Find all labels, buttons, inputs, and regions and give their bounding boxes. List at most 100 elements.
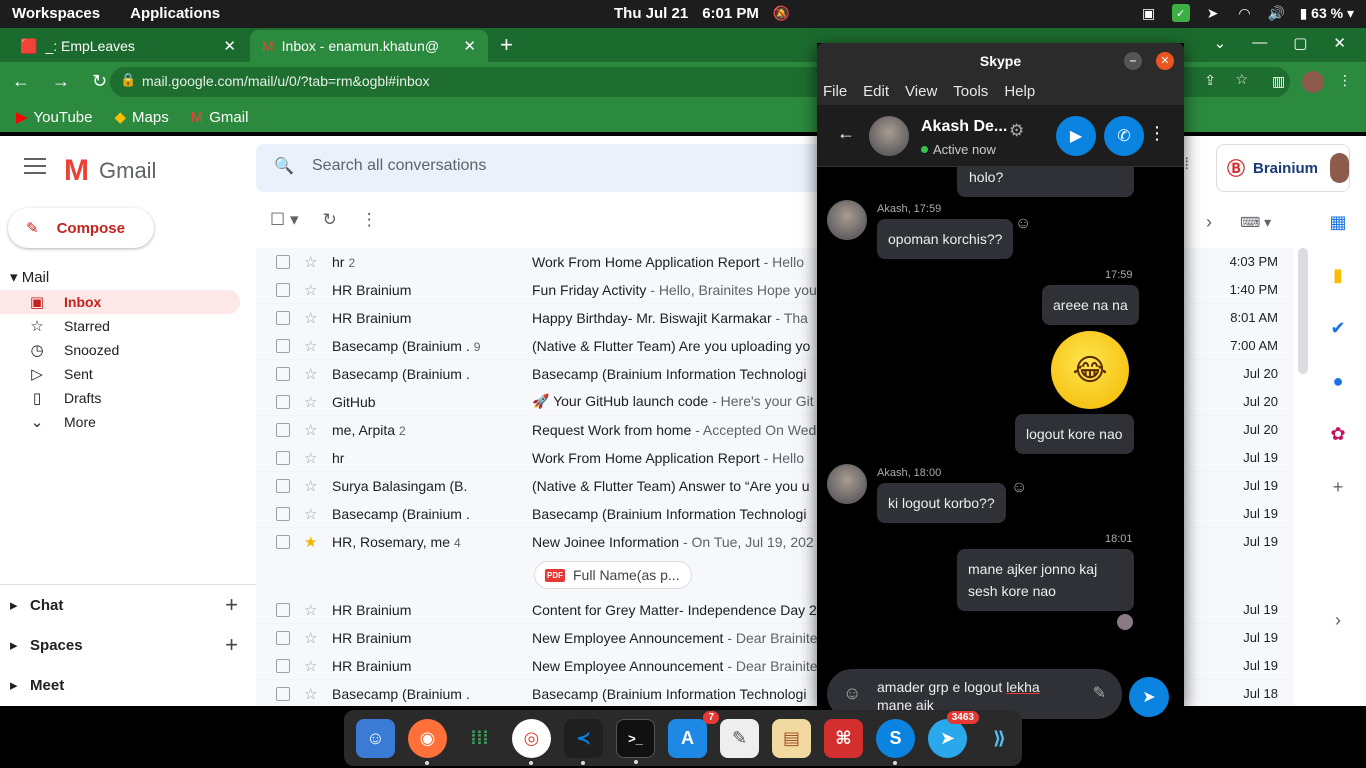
- sidebar-item-inbox[interactable]: ▣ Inbox: [0, 290, 240, 314]
- minimize-icon[interactable]: —: [1252, 34, 1267, 52]
- search-icon[interactable]: 🔍: [274, 156, 294, 176]
- refresh-icon[interactable]: ↻: [323, 210, 337, 230]
- select-all-checkbox[interactable]: ☐ ▾: [270, 210, 299, 230]
- forward-icon[interactable]: →: [52, 71, 70, 92]
- sidebar-item-meet[interactable]: ▸ Meet: [0, 665, 256, 705]
- add-reaction-icon[interactable]: ☺: [1011, 479, 1027, 497]
- star-icon[interactable]: ☆: [304, 601, 317, 619]
- profile-avatar[interactable]: [1302, 71, 1324, 93]
- sender-avatar[interactable]: [827, 200, 867, 240]
- tab-inbox[interactable]: M Inbox - enamun.khatun@ ✕: [250, 30, 488, 62]
- row-checkbox[interactable]: [276, 630, 290, 645]
- sidebar-item-sent[interactable]: ▷ Sent: [0, 362, 240, 386]
- keep-icon[interactable]: ▮: [1333, 265, 1343, 286]
- row-checkbox[interactable]: [276, 658, 290, 673]
- menu-file[interactable]: File: [823, 83, 847, 101]
- add-icon[interactable]: +: [225, 632, 238, 658]
- star-icon[interactable]: ☆: [304, 685, 317, 703]
- scrollbar[interactable]: [1298, 248, 1308, 374]
- sidebar-item-spaces[interactable]: ▸ Spaces +: [0, 625, 256, 665]
- telegram-tray-icon[interactable]: ➤: [1204, 4, 1222, 22]
- more-options-icon[interactable]: ⋮: [1148, 123, 1166, 144]
- row-checkbox[interactable]: [276, 366, 290, 381]
- message-bubble[interactable]: ki logout korbo??: [877, 483, 1006, 523]
- menu-edit[interactable]: Edit: [863, 83, 889, 101]
- applications-menu[interactable]: Applications: [130, 5, 220, 22]
- close-window-icon[interactable]: ✕: [1333, 34, 1346, 52]
- message-bubble[interactable]: mane ajker jonno kaj sesh kore nao: [957, 549, 1134, 611]
- audio-call-button[interactable]: ✆: [1104, 116, 1144, 156]
- close-icon[interactable]: ✕: [463, 37, 476, 55]
- archive-icon[interactable]: ▤: [772, 718, 811, 758]
- contact-avatar[interactable]: [869, 116, 909, 156]
- star-icon[interactable]: ☆: [304, 365, 317, 383]
- row-checkbox[interactable]: [276, 506, 290, 521]
- close-icon[interactable]: ✕: [1156, 52, 1174, 70]
- screenshot-icon[interactable]: ▣: [1140, 4, 1158, 22]
- gear-icon[interactable]: ⚙: [1009, 121, 1024, 141]
- row-checkbox[interactable]: [276, 310, 290, 325]
- star-icon[interactable]: ☆: [304, 657, 317, 675]
- message-bubble[interactable]: holo?: [957, 167, 1134, 197]
- calendar-icon[interactable]: ▦: [1329, 212, 1346, 233]
- side-panel-icon[interactable]: ▥: [1272, 73, 1285, 90]
- sender-avatar[interactable]: [827, 464, 867, 504]
- sidebar-item-starred[interactable]: ☆ Starred: [0, 314, 240, 338]
- gmail-logo[interactable]: M Gmail: [64, 154, 156, 188]
- firefox-icon[interactable]: ◉: [408, 718, 447, 765]
- sidebar-item-drafts[interactable]: ▯ Drafts: [0, 386, 240, 410]
- star-icon[interactable]: ☆: [304, 253, 317, 271]
- star-icon[interactable]: ☆: [304, 337, 317, 355]
- compose-button[interactable]: ✎ Compose: [8, 208, 154, 248]
- star-icon[interactable]: ☆: [304, 393, 317, 411]
- org-account-button[interactable]: Ⓑ Brainium: [1216, 144, 1350, 192]
- star-icon[interactable]: ☆: [304, 421, 317, 439]
- star-icon[interactable]: ★: [304, 533, 317, 551]
- chrome-menu-icon[interactable]: ⋮: [1338, 72, 1352, 89]
- menu-view[interactable]: View: [905, 83, 937, 101]
- remote-desktop-icon[interactable]: ⟫: [980, 718, 1019, 758]
- addon-icon[interactable]: ✿: [1330, 424, 1345, 445]
- row-checkbox[interactable]: [276, 338, 290, 353]
- tab-search-icon[interactable]: ⌄: [1214, 34, 1227, 52]
- workspaces-menu[interactable]: Workspaces: [12, 5, 100, 22]
- finder-icon[interactable]: ☺: [356, 718, 395, 758]
- row-checkbox[interactable]: [276, 602, 290, 617]
- back-icon[interactable]: ←: [12, 71, 30, 92]
- star-icon[interactable]: ☆: [304, 281, 317, 299]
- expand-panel-icon[interactable]: ›: [1335, 610, 1341, 631]
- star-icon[interactable]: ☆: [304, 505, 317, 523]
- sidebar-item-more[interactable]: ⌄ More: [0, 410, 240, 434]
- row-checkbox[interactable]: [276, 422, 290, 437]
- tasks-icon[interactable]: ✔: [1330, 318, 1345, 339]
- contact-name[interactable]: Akash De...: [921, 118, 1007, 136]
- text-editor-icon[interactable]: ✎: [720, 718, 759, 758]
- terminal-icon[interactable]: >_: [616, 718, 655, 764]
- add-reaction-icon[interactable]: ☺: [1015, 215, 1031, 233]
- bookmark-maps[interactable]: ◆ Maps: [115, 108, 169, 127]
- format-text-icon[interactable]: ✎: [1093, 683, 1106, 703]
- row-checkbox[interactable]: [276, 282, 290, 297]
- main-menu-icon[interactable]: [24, 158, 46, 179]
- bookmark-youtube[interactable]: ▶ YouTube: [16, 108, 93, 127]
- app-grid-icon[interactable]: ⁞⁞⁞: [460, 718, 499, 758]
- skype-icon[interactable]: S: [876, 718, 915, 765]
- vscode-icon[interactable]: ≺: [564, 718, 603, 765]
- emoji-picker-icon[interactable]: ☺: [843, 683, 861, 704]
- add-icon[interactable]: +: [225, 592, 238, 618]
- back-icon[interactable]: ←: [837, 123, 855, 144]
- laughing-emoji-icon[interactable]: 😂: [1051, 331, 1129, 409]
- maximize-icon[interactable]: ▢: [1293, 34, 1307, 52]
- menu-help[interactable]: Help: [1004, 83, 1035, 101]
- menu-tools[interactable]: Tools: [953, 83, 988, 101]
- message-bubble[interactable]: areee na na: [1042, 285, 1139, 325]
- chrome-icon[interactable]: ◎: [512, 718, 551, 765]
- star-icon[interactable]: ☆: [304, 449, 317, 467]
- next-page-icon[interactable]: ›: [1206, 212, 1212, 233]
- sidebar-item-snoozed[interactable]: ◷ Snoozed: [0, 338, 240, 362]
- input-tools-icon[interactable]: ⌨ ▾: [1240, 214, 1271, 231]
- mail-section-header[interactable]: ▾ Mail: [0, 264, 240, 290]
- message-bubble[interactable]: logout kore nao: [1015, 414, 1134, 454]
- row-checkbox[interactable]: [276, 534, 290, 549]
- new-tab-button[interactable]: +: [500, 32, 513, 58]
